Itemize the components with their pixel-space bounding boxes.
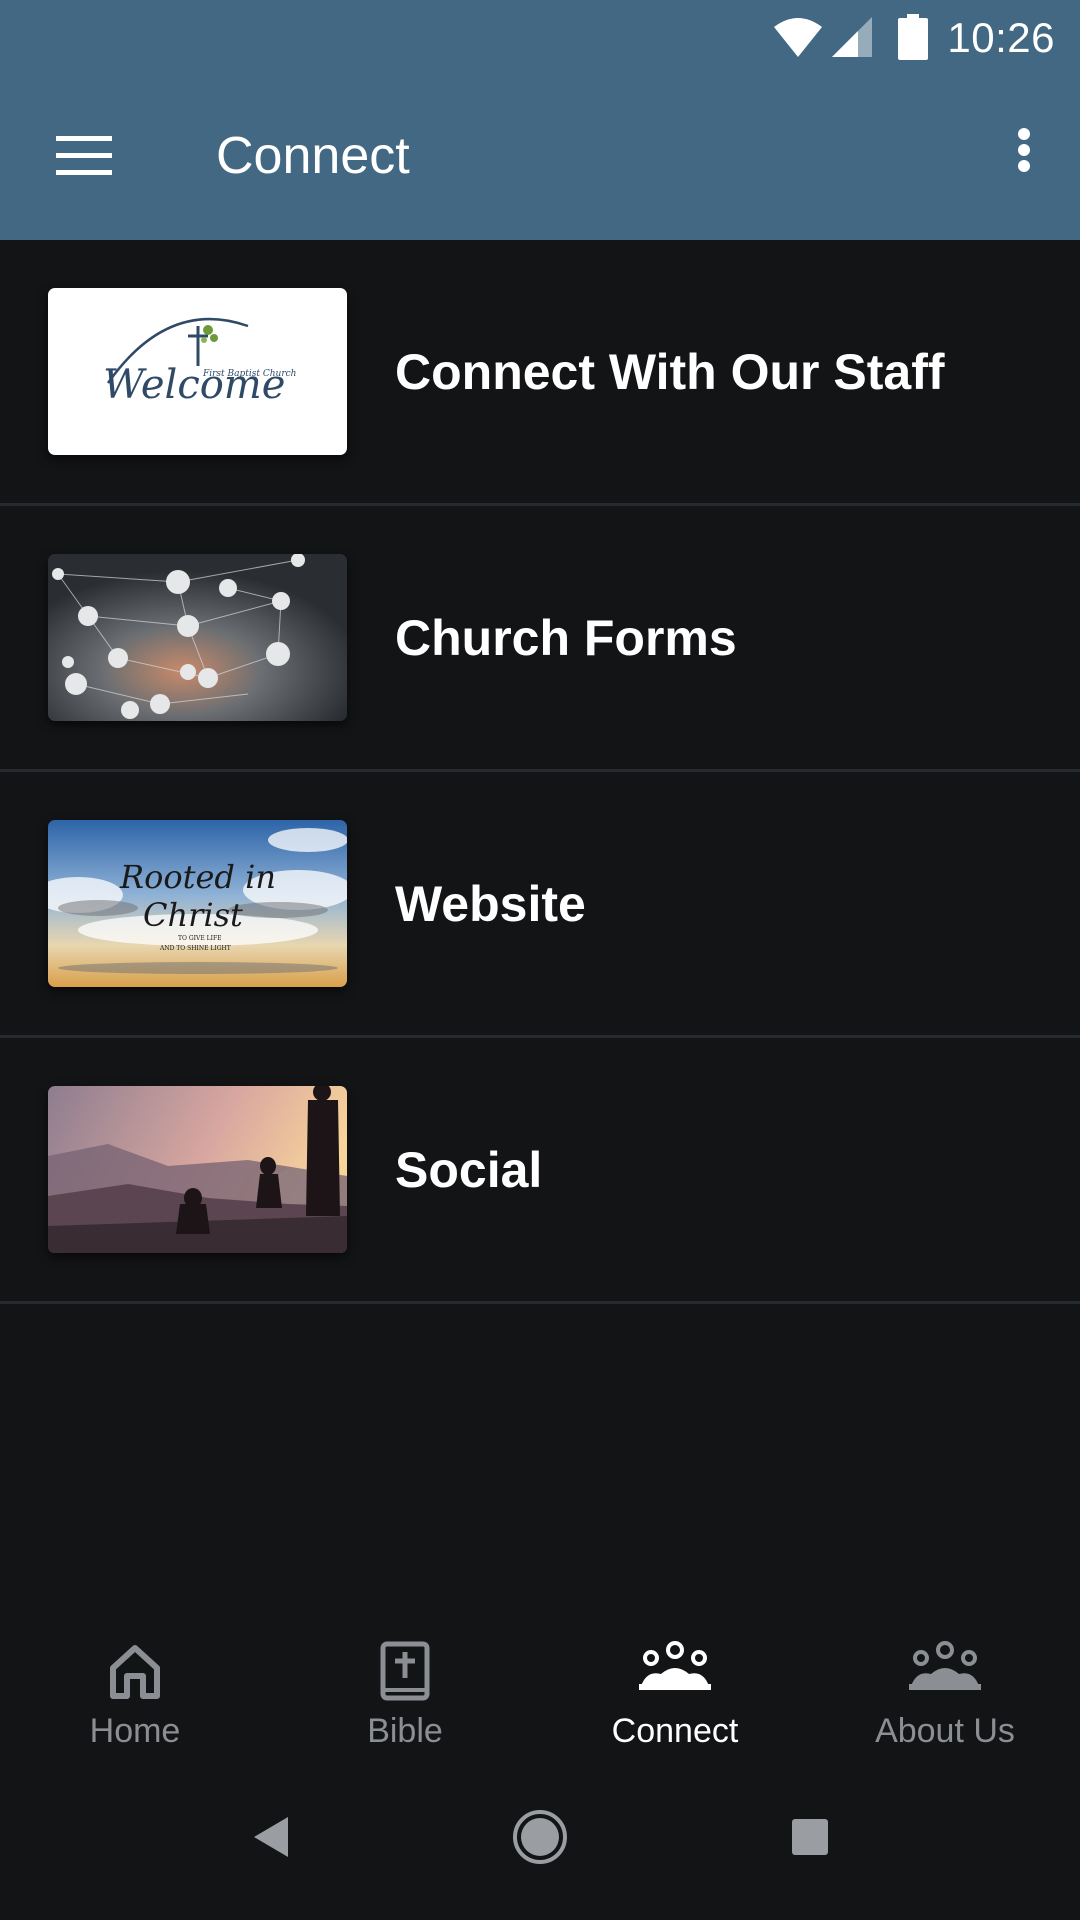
list-item-label: Connect With Our Staff — [395, 343, 945, 400]
group-icon — [909, 1641, 981, 1690]
bible-icon — [380, 1641, 430, 1701]
svg-text:Rooted in: Rooted in — [119, 858, 276, 896]
system-navigation-bar — [0, 1775, 1080, 1920]
welcome-logo-image: First Baptist Church Welcome — [48, 288, 347, 455]
list-item-label: Social — [395, 1141, 543, 1198]
rooted-in-christ-sky-image: Rooted in Christ TO GIVE LIFE AND TO SHI… — [48, 820, 347, 987]
more-vertical-icon[interactable] — [994, 118, 1054, 198]
svg-text:TO GIVE LIFE: TO GIVE LIFE — [178, 935, 222, 942]
list-item[interactable]: First Baptist Church Welcome Connect Wit… — [0, 240, 1080, 506]
home-icon — [110, 1645, 160, 1699]
tab-bible[interactable]: Bible — [270, 1605, 540, 1775]
cell-signal-icon — [832, 17, 872, 57]
wifi-icon — [774, 18, 822, 57]
home-circle-icon[interactable] — [510, 1807, 570, 1867]
group-icon — [639, 1641, 711, 1690]
list-item[interactable]: Social — [0, 1038, 1080, 1304]
sunset-mountain-people-image — [48, 1086, 347, 1253]
list-item-label: Church Forms — [395, 609, 737, 666]
tab-home[interactable]: Home — [0, 1605, 270, 1775]
recents-icon[interactable] — [790, 1817, 830, 1857]
bottom-navigation: Home Bible Connect About Us — [0, 1605, 1080, 1775]
network-nodes-image — [48, 554, 347, 721]
status-time: 10:26 — [947, 14, 1055, 61]
list-item[interactable]: Church Forms — [0, 506, 1080, 772]
tab-home-label: Home — [89, 1712, 181, 1750]
tab-about-us-label: About Us — [875, 1712, 1015, 1750]
tab-bible-label: Bible — [367, 1712, 443, 1750]
connect-list: First Baptist Church Welcome Connect Wit… — [0, 240, 1080, 1304]
svg-text:Christ: Christ — [143, 896, 243, 934]
battery-icon — [898, 14, 928, 60]
list-item[interactable]: Rooted in Christ TO GIVE LIFE AND TO SHI… — [0, 772, 1080, 1038]
tab-about-us[interactable]: About Us — [810, 1605, 1080, 1775]
hamburger-menu-icon[interactable] — [40, 120, 130, 192]
svg-text:AND TO SHINE LIGHT: AND TO SHINE LIGHT — [159, 945, 231, 952]
back-icon[interactable] — [248, 1813, 292, 1861]
tab-connect[interactable]: Connect — [540, 1605, 810, 1775]
tab-connect-label: Connect — [611, 1712, 739, 1750]
svg-text:Welcome: Welcome — [103, 362, 285, 408]
status-bar: 10:26 — [0, 0, 1080, 78]
list-item-label: Website — [395, 875, 586, 932]
app-bar: Connect — [0, 78, 1080, 240]
page-title: Connect — [216, 127, 410, 185]
